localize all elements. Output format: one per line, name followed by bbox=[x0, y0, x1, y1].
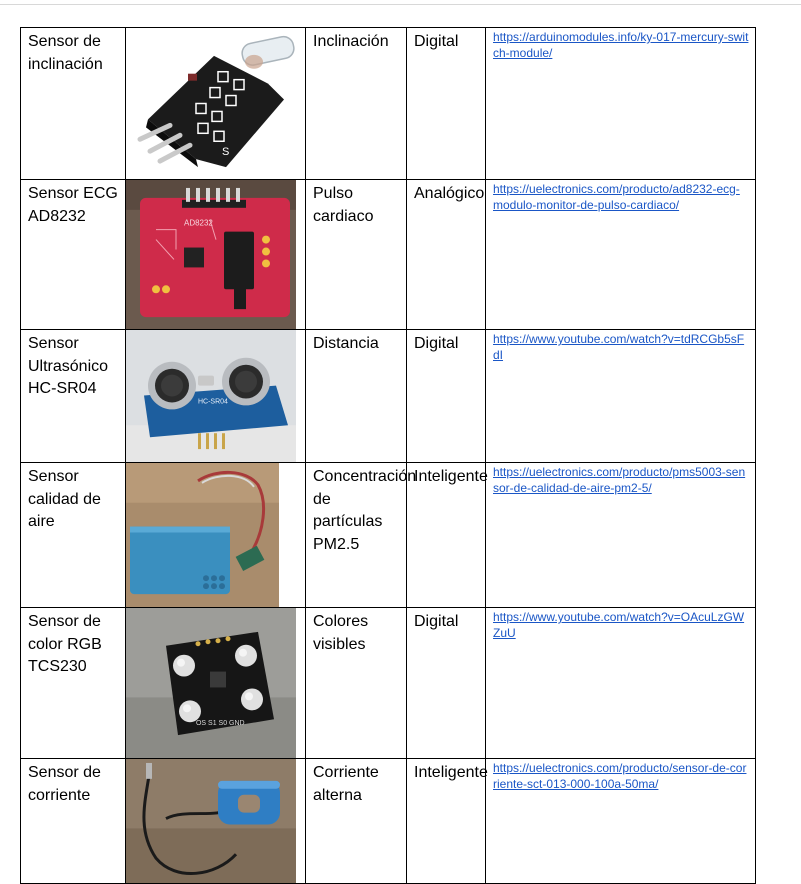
sensor-function: Pulso cardiaco bbox=[305, 179, 407, 330]
sensor-image-cell bbox=[125, 462, 306, 608]
current-clamp-sensor-photo bbox=[126, 759, 296, 883]
ultrasonic-board-label: HC-SR04 bbox=[198, 398, 228, 405]
sensor-type: Digital bbox=[406, 607, 486, 759]
table-row: Sensor calidad de aire Concentración de … bbox=[20, 462, 756, 608]
sensor-function: Inclinación bbox=[305, 27, 407, 180]
sensor-name: Sensor ECG AD8232 bbox=[20, 179, 126, 330]
sensor-type: Inteligente bbox=[406, 758, 488, 884]
sensor-table: Sensor de inclinación S Inclinación Digi… bbox=[20, 27, 756, 884]
ecg-ad8232-board-photo: AD8232 bbox=[126, 180, 296, 329]
sensor-function: Colores visibles bbox=[305, 607, 407, 759]
sensor-link[interactable]: https://uelectronics.com/producto/sensor… bbox=[493, 761, 746, 791]
page-top-rule bbox=[0, 4, 801, 5]
sensor-function: Distancia bbox=[305, 329, 407, 463]
table-row: Sensor de corriente Corriente alterna In… bbox=[20, 758, 756, 884]
sensor-link[interactable]: https://www.youtube.com/watch?v=OAcuLzGW… bbox=[493, 610, 744, 640]
sensor-link[interactable]: https://uelectronics.com/producto/ad8232… bbox=[493, 182, 740, 212]
sensor-type: Digital bbox=[406, 27, 486, 180]
table-row: Sensor de inclinación S Inclinación Digi… bbox=[20, 27, 756, 180]
sensor-name: Sensor de corriente bbox=[20, 758, 126, 884]
mercury-tilt-switch-module-photo: S bbox=[126, 28, 296, 179]
sensor-name: Sensor calidad de aire bbox=[20, 462, 126, 608]
sensor-name: Sensor Ultrasónico HC-SR04 bbox=[20, 329, 126, 463]
table-row: Sensor Ultrasónico HC-SR04 HC-SR04 Dista… bbox=[20, 329, 756, 463]
tilt-pin-label: S bbox=[222, 146, 229, 158]
sensor-image-cell: HC-SR04 bbox=[125, 329, 306, 463]
sensor-link[interactable]: https://www.youtube.com/watch?v=tdRCGb5s… bbox=[493, 332, 744, 362]
color-board-pin-labels: OS S1 S0 GND bbox=[196, 720, 245, 727]
sensor-name: Sensor de color RGB TCS230 bbox=[20, 607, 126, 759]
ultrasonic-sensor-photo: HC-SR04 bbox=[126, 330, 296, 462]
sensor-name: Sensor de inclinación bbox=[20, 27, 126, 180]
ecg-board-label: AD8232 bbox=[184, 219, 213, 228]
sensor-type: Inteligente bbox=[406, 462, 488, 608]
sensor-image-cell: OS S1 S0 GND bbox=[125, 607, 306, 759]
air-quality-sensor-photo bbox=[126, 463, 279, 607]
color-sensor-photo: OS S1 S0 GND bbox=[126, 608, 296, 758]
sensor-link[interactable]: https://arduinomodules.info/ky-017-mercu… bbox=[493, 30, 748, 60]
sensor-image-cell: S bbox=[125, 27, 306, 180]
table-row: Sensor ECG AD8232 AD8232 Pulso cardiaco … bbox=[20, 179, 756, 330]
sensor-type: Digital bbox=[406, 329, 486, 463]
table-row: Sensor de color RGB TCS230 OS S1 S0 GND bbox=[20, 607, 756, 759]
sensor-image-cell: AD8232 bbox=[125, 179, 306, 330]
sensor-type: Analógico bbox=[406, 179, 486, 330]
sensor-image-cell bbox=[125, 758, 306, 884]
sensor-function: Corriente alterna bbox=[305, 758, 407, 884]
sensor-function: Concentración de partículas PM2.5 bbox=[305, 462, 416, 608]
sensor-link[interactable]: https://uelectronics.com/producto/pms500… bbox=[493, 465, 745, 495]
